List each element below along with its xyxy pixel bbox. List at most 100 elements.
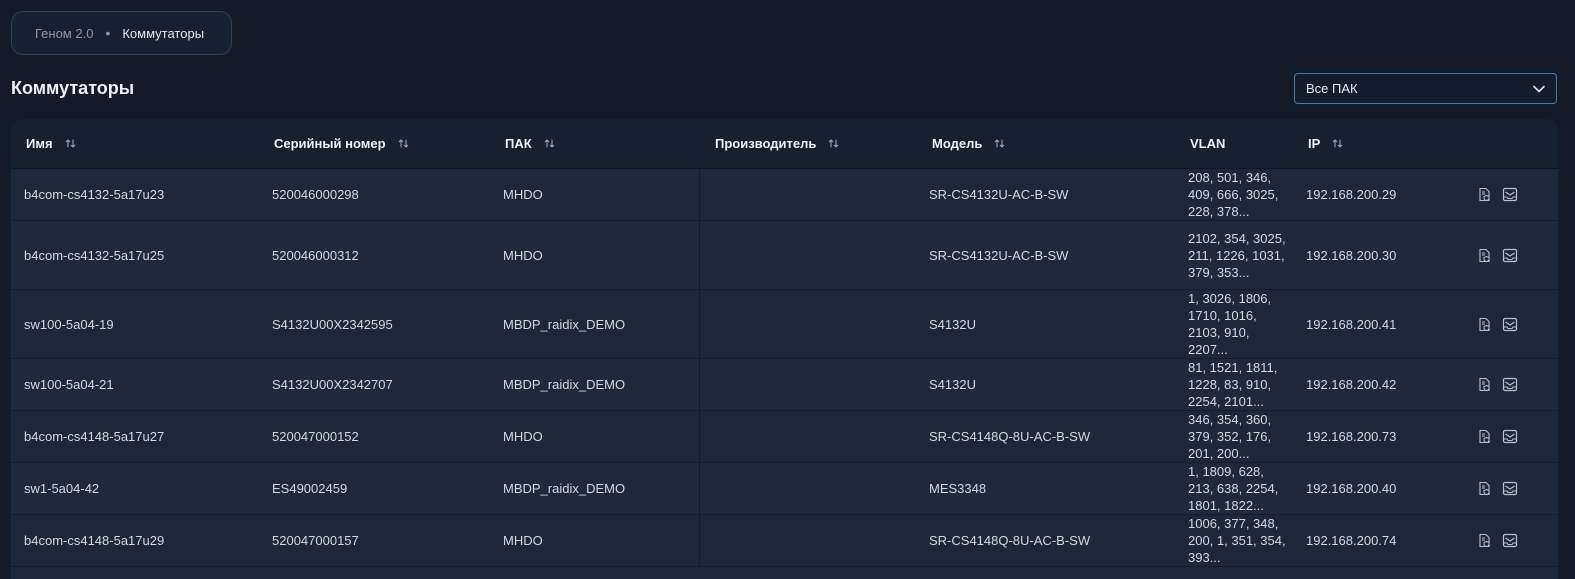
cell-name-text: b4com-cs4132-5a17u25: [24, 247, 165, 263]
cell-ip-text: 192.168.200.30: [1306, 247, 1397, 263]
table-row[interactable]: sw1-5a04-42 ES49002459 MBDP_raidix_DEMO MES…: [11, 463, 1558, 515]
cell-serial: S4132U00X2342595: [272, 290, 393, 358]
column-header-label: VLAN: [1190, 136, 1226, 151]
document-shield-icon[interactable]: [1477, 481, 1492, 496]
column-divider: [699, 515, 700, 566]
sort-arrows-icon[interactable]: [65, 138, 76, 149]
cell-ip: 192.168.200.41: [1306, 290, 1396, 358]
cell-name-text: b4com-cs4132-5a17u23: [24, 187, 165, 202]
sort-arrows-icon[interactable]: [828, 138, 839, 149]
row-actions: [1477, 221, 1518, 289]
cell-vlan-text: 1006, 377, 348, 200, 1, 351, 354, 393...: [1188, 516, 1286, 565]
column-header-label: ПАК: [505, 136, 532, 151]
table-row[interactable]: b4com-cs4132-5a17u23 520046000298 MHDO SR-C…: [11, 169, 1558, 221]
table-row[interactable]: sw100-5a04-19 S4132U00X2342595 MBDP_raidix…: [11, 290, 1558, 359]
column-header-serial[interactable]: Серийный номер: [274, 119, 409, 168]
table-row[interactable]: b4com-cs4148-5a17u29 520047000157 MHDO SR-C…: [11, 515, 1558, 567]
cell-ip: 192.168.200.40: [1306, 463, 1396, 514]
table-header: Имя Серийный номер ПАК Производитель Модель V…: [11, 119, 1558, 169]
chevron-down-icon: [1532, 82, 1546, 96]
cell-pak-text: MHDO: [503, 247, 543, 263]
cell-ip-text: 192.168.200.40: [1306, 481, 1397, 496]
cell-serial-text: 520047000152: [272, 429, 359, 444]
cell-model-text: S4132U: [929, 377, 976, 392]
mail-tray-icon[interactable]: [1502, 377, 1518, 392]
column-header-vendor[interactable]: Производитель: [715, 119, 839, 168]
cell-serial: S4132U00X2342707: [272, 359, 393, 410]
document-shield-icon[interactable]: [1477, 377, 1492, 392]
sort-arrows-icon[interactable]: [398, 138, 409, 149]
cell-name: sw100-5a04-19: [24, 290, 114, 358]
mail-tray-icon[interactable]: [1502, 317, 1518, 332]
breadcrumb: Геном 2.0 • Коммутаторы: [11, 11, 232, 55]
table-row[interactable]: b4com-cs4148-5a17u27 520047000152 MHDO SR-C…: [11, 411, 1558, 463]
mail-tray-icon[interactable]: [1502, 187, 1518, 202]
cell-vlan-text: 1, 3026, 1806, 1710, 1016, 2103, 910, 22…: [1188, 291, 1272, 357]
breadcrumb-current: Коммутаторы: [122, 25, 205, 41]
column-header-name[interactable]: Имя: [26, 119, 76, 168]
column-divider: [699, 221, 700, 289]
table-row[interactable]: sw100-5a04-21 S4132U00X2342707 MBDP_raidix…: [11, 359, 1558, 411]
sort-arrows-icon[interactable]: [1332, 138, 1343, 149]
cell-serial: 520047000157: [272, 515, 359, 566]
cell-model: SR-CS4132U-AC-B-SW: [929, 169, 1068, 220]
cell-name-text: sw100-5a04-19: [24, 316, 114, 332]
cell-ip-text: 192.168.200.41: [1306, 316, 1397, 332]
cell-ip: 192.168.200.30: [1306, 221, 1396, 289]
document-shield-icon[interactable]: [1477, 187, 1492, 202]
cell-name-text: sw1-5a04-42: [24, 481, 100, 496]
column-divider: [699, 359, 700, 410]
document-shield-icon[interactable]: [1477, 429, 1492, 444]
page-title: Коммутаторы: [11, 78, 135, 98]
cell-vlan: 208, 501, 346, 409, 666, 3025, 228, 378.…: [1188, 169, 1288, 220]
cell-serial: 520046000312: [272, 221, 359, 289]
mail-tray-icon[interactable]: [1502, 248, 1518, 263]
cell-vlan: 1, 1809, 628, 213, 638, 2254, 1801, 1822…: [1188, 463, 1288, 514]
document-shield-icon[interactable]: [1477, 533, 1492, 548]
cell-vlan-text: 1, 1809, 628, 213, 638, 2254, 1801, 1822…: [1188, 464, 1279, 513]
cell-name: b4com-cs4132-5a17u23: [24, 169, 164, 220]
pak-filter-select[interactable]: Все ПАК: [1294, 73, 1557, 104]
mail-tray-icon[interactable]: [1502, 429, 1518, 444]
cell-pak-text: MBDP_raidix_DEMO: [503, 377, 626, 392]
column-header-model[interactable]: Модель: [932, 119, 1005, 168]
table-row[interactable]: b4com-cs4132-5a17u25 520046000312 MHDO SR-C…: [11, 221, 1558, 290]
row-actions: [1477, 463, 1518, 514]
breadcrumb-separator: •: [105, 25, 111, 41]
cell-name-text: sw100-5a04-21: [24, 377, 114, 392]
cell-serial-text: S4132U00X2342595: [272, 316, 393, 332]
mail-tray-icon[interactable]: [1502, 533, 1518, 548]
cell-model: SR-CS4148Q-8U-AC-B-SW: [929, 515, 1090, 566]
sort-arrows-icon[interactable]: [544, 138, 555, 149]
column-header-label: Серийный номер: [274, 136, 386, 151]
cell-model-text: SR-CS4148Q-8U-AC-B-SW: [929, 429, 1091, 444]
cell-ip: 192.168.200.73: [1306, 411, 1396, 462]
column-header-label: Имя: [26, 136, 53, 151]
cell-ip-text: 192.168.200.74: [1306, 533, 1397, 548]
column-header-pak[interactable]: ПАК: [505, 119, 555, 168]
cell-pak: MHDO: [503, 221, 543, 289]
breadcrumb-root-link[interactable]: Геном 2.0: [35, 26, 93, 41]
column-divider: [699, 169, 700, 220]
cell-model-text: MES3348: [929, 481, 987, 496]
document-shield-icon[interactable]: [1477, 248, 1492, 263]
cell-serial: ES49002459: [272, 463, 347, 514]
cell-ip-text: 192.168.200.73: [1306, 429, 1397, 444]
mail-tray-icon[interactable]: [1502, 481, 1518, 496]
document-shield-icon[interactable]: [1477, 317, 1492, 332]
cell-model: SR-CS4148Q-8U-AC-B-SW: [929, 411, 1090, 462]
cell-vlan-text: 346, 354, 360, 379, 352, 176, 201, 200..…: [1188, 412, 1272, 461]
cell-vlan: 2102, 354, 3025, 211, 1226, 1031, 379, 3…: [1188, 221, 1288, 289]
cell-name-text: b4com-cs4148-5a17u27: [24, 429, 165, 444]
cell-pak: MBDP_raidix_DEMO: [503, 463, 625, 514]
sort-arrows-icon[interactable]: [994, 138, 1005, 149]
cell-ip: 192.168.200.42: [1306, 359, 1396, 410]
column-header-label: IP: [1308, 136, 1321, 151]
cell-pak-text: MBDP_raidix_DEMO: [503, 316, 626, 332]
pak-filter-value: Все ПАК: [1306, 81, 1358, 96]
cell-ip: 192.168.200.74: [1306, 515, 1396, 566]
column-header-ip[interactable]: IP: [1308, 119, 1343, 168]
column-divider: [699, 411, 700, 462]
column-header-label: Производитель: [715, 136, 817, 151]
cell-pak: MBDP_raidix_DEMO: [503, 290, 625, 358]
